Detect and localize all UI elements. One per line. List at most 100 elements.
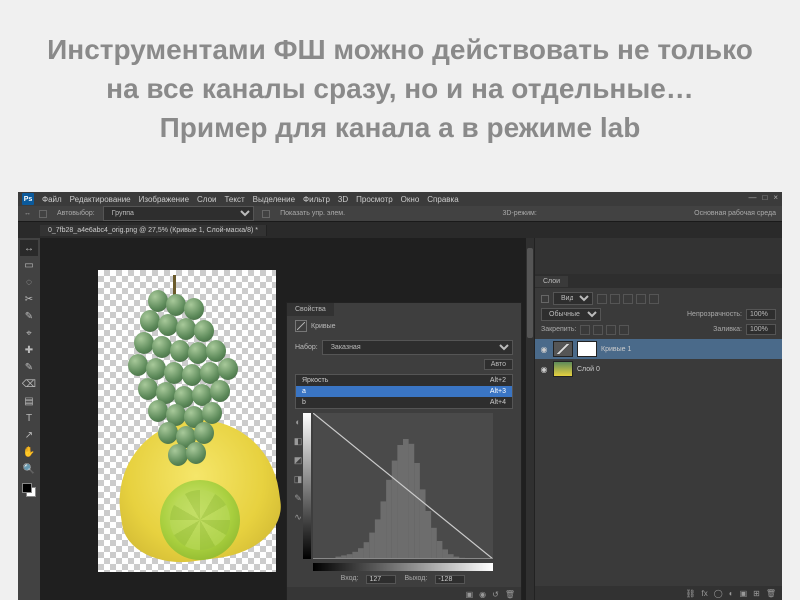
fx-icon[interactable]: fx bbox=[702, 589, 708, 598]
group-icon[interactable]: ▣ bbox=[740, 589, 748, 598]
reset-icon[interactable]: ↺ bbox=[492, 590, 499, 599]
collapsed-panel-group[interactable] bbox=[535, 238, 782, 274]
lock-label: Закрепить: bbox=[541, 326, 576, 333]
eyedropper-tool[interactable]: ✎ bbox=[20, 308, 38, 324]
layers-tab[interactable]: Слои bbox=[535, 276, 568, 287]
transform-controls-checkbox[interactable] bbox=[262, 210, 270, 218]
fill-field[interactable] bbox=[746, 324, 776, 335]
filter-type-icons[interactable] bbox=[597, 294, 659, 304]
auto-button[interactable]: Авто bbox=[484, 359, 513, 370]
stamp-tool[interactable]: ✎ bbox=[20, 359, 38, 375]
menu-file[interactable]: Файл bbox=[42, 195, 62, 204]
layer-thumb[interactable] bbox=[553, 361, 573, 377]
menu-layer[interactable]: Слои bbox=[197, 195, 216, 204]
output-gradient bbox=[303, 413, 311, 559]
zoom-tool[interactable]: 🔍 bbox=[20, 461, 38, 477]
grape bbox=[194, 320, 214, 342]
document-canvas[interactable] bbox=[98, 270, 276, 572]
minimize-icon[interactable]: — bbox=[748, 193, 756, 202]
type-tool[interactable]: T bbox=[20, 410, 38, 426]
grape bbox=[158, 314, 178, 336]
channel-dropdown[interactable]: ЯркостьAlt+2 aAlt+3 bAlt+4 bbox=[295, 374, 513, 409]
layer-row-base[interactable]: ◉ Слой 0 bbox=[535, 359, 782, 379]
eraser-tool[interactable]: ⌫ bbox=[20, 376, 38, 392]
menu-filter[interactable]: Фильтр bbox=[303, 195, 330, 204]
mode-3d-label: 3D-режим: bbox=[502, 210, 536, 217]
slide-title: Инструментами ФШ можно действовать не то… bbox=[0, 0, 800, 148]
menu-view[interactable]: Просмотр bbox=[356, 195, 393, 204]
layers-footer: ⛓ fx ◯ ◐ ▣ ⊞ 🗑 bbox=[535, 586, 782, 600]
visibility-toggle[interactable]: ◉ bbox=[539, 364, 549, 374]
path-tool[interactable]: ↗ bbox=[20, 427, 38, 443]
layer-mask-thumb[interactable] bbox=[577, 341, 597, 357]
channel-option-lightness[interactable]: ЯркостьAlt+2 bbox=[296, 375, 512, 386]
clip-icon[interactable]: ▣ bbox=[466, 590, 474, 599]
canvas-scrollbar[interactable] bbox=[526, 238, 534, 600]
grape bbox=[148, 290, 168, 312]
adjustment-icon[interactable]: ◐ bbox=[729, 589, 734, 598]
gradient-tool[interactable]: ▤ bbox=[20, 393, 38, 409]
marquee-tool[interactable]: ▭ bbox=[20, 257, 38, 273]
curves-layer-thumb[interactable] bbox=[553, 341, 573, 357]
layer-name[interactable]: Слой 0 bbox=[577, 366, 600, 373]
filter-kind-icon[interactable] bbox=[541, 295, 549, 303]
output-value-field[interactable] bbox=[435, 575, 465, 584]
grape bbox=[210, 380, 230, 402]
curve-line bbox=[313, 413, 493, 559]
curves-graph[interactable] bbox=[313, 413, 493, 559]
layer-row-curves[interactable]: ◉ Кривые 1 bbox=[535, 339, 782, 359]
properties-tab[interactable]: Свойства bbox=[287, 303, 334, 316]
document-tab[interactable]: 0_7fb28_a4e6abc4_orig.png @ 27,5% (Кривы… bbox=[40, 225, 267, 236]
maximize-icon[interactable]: □ bbox=[762, 193, 767, 202]
filter-select[interactable]: Вид bbox=[553, 292, 593, 305]
heal-tool[interactable]: ⌖ bbox=[20, 325, 38, 341]
channel-option-b[interactable]: bAlt+4 bbox=[296, 397, 512, 408]
options-bar: ↔ Автовыбор: Группа Показать упр. элем. … bbox=[18, 206, 782, 222]
channel-option-a[interactable]: aAlt+3 bbox=[296, 386, 512, 397]
trash-icon[interactable]: 🗑 bbox=[505, 590, 515, 599]
close-icon[interactable]: × bbox=[773, 193, 778, 202]
lime-shape bbox=[160, 480, 240, 560]
menu-edit[interactable]: Редактирование bbox=[70, 195, 131, 204]
crop-tool[interactable]: ✂ bbox=[20, 291, 38, 307]
menu-select[interactable]: Выделение bbox=[253, 195, 295, 204]
move-tool[interactable]: ↔ bbox=[20, 240, 38, 256]
grape bbox=[170, 340, 190, 362]
delete-icon[interactable]: 🗑 bbox=[766, 589, 776, 598]
layers-controls: Вид Обычные Непрозрачность: Закрепить: З… bbox=[535, 288, 782, 339]
menu-help[interactable]: Справка bbox=[427, 195, 458, 204]
color-swatches[interactable] bbox=[21, 482, 37, 498]
menu-image[interactable]: Изображение bbox=[139, 195, 189, 204]
grape bbox=[140, 310, 160, 332]
grape bbox=[158, 422, 178, 444]
blend-mode-select[interactable]: Обычные bbox=[541, 308, 601, 321]
mask-icon[interactable]: ◯ bbox=[714, 589, 723, 598]
grape bbox=[164, 362, 184, 384]
grape bbox=[138, 378, 158, 400]
menu-text[interactable]: Текст bbox=[224, 195, 244, 204]
link-icon[interactable]: ⛓ bbox=[685, 589, 695, 598]
grape bbox=[146, 358, 166, 380]
menu-window[interactable]: Окно bbox=[401, 195, 420, 204]
grape bbox=[148, 400, 168, 422]
preset-select[interactable]: Заказная bbox=[322, 340, 513, 355]
layer-name[interactable]: Кривые 1 bbox=[601, 346, 631, 353]
grape bbox=[188, 342, 208, 364]
lasso-tool[interactable]: ◌ bbox=[20, 274, 38, 290]
canvas-area[interactable]: Свойства Кривые Набор: Заказная Авто Ярк… bbox=[40, 238, 534, 600]
lock-icons[interactable] bbox=[580, 325, 629, 335]
menu-3d[interactable]: 3D bbox=[338, 195, 348, 204]
auto-select-dropdown[interactable]: Группа bbox=[103, 206, 254, 221]
menubar: Ps Файл Редактирование Изображение Слои … bbox=[18, 192, 782, 206]
workspace-label[interactable]: Основная рабочая среда bbox=[694, 210, 776, 217]
grape bbox=[134, 332, 154, 354]
opacity-field[interactable] bbox=[746, 309, 776, 320]
hand-tool[interactable]: ✋ bbox=[20, 444, 38, 460]
transform-controls-label: Показать упр. элем. bbox=[280, 210, 345, 217]
visibility-toggle[interactable]: ◉ bbox=[539, 344, 549, 354]
brush-tool[interactable]: ✚ bbox=[20, 342, 38, 358]
input-value-field[interactable] bbox=[366, 575, 396, 584]
visibility-icon[interactable]: ◉ bbox=[479, 590, 486, 599]
new-layer-icon[interactable]: ⊞ bbox=[753, 589, 760, 598]
auto-select-checkbox[interactable] bbox=[39, 210, 47, 218]
